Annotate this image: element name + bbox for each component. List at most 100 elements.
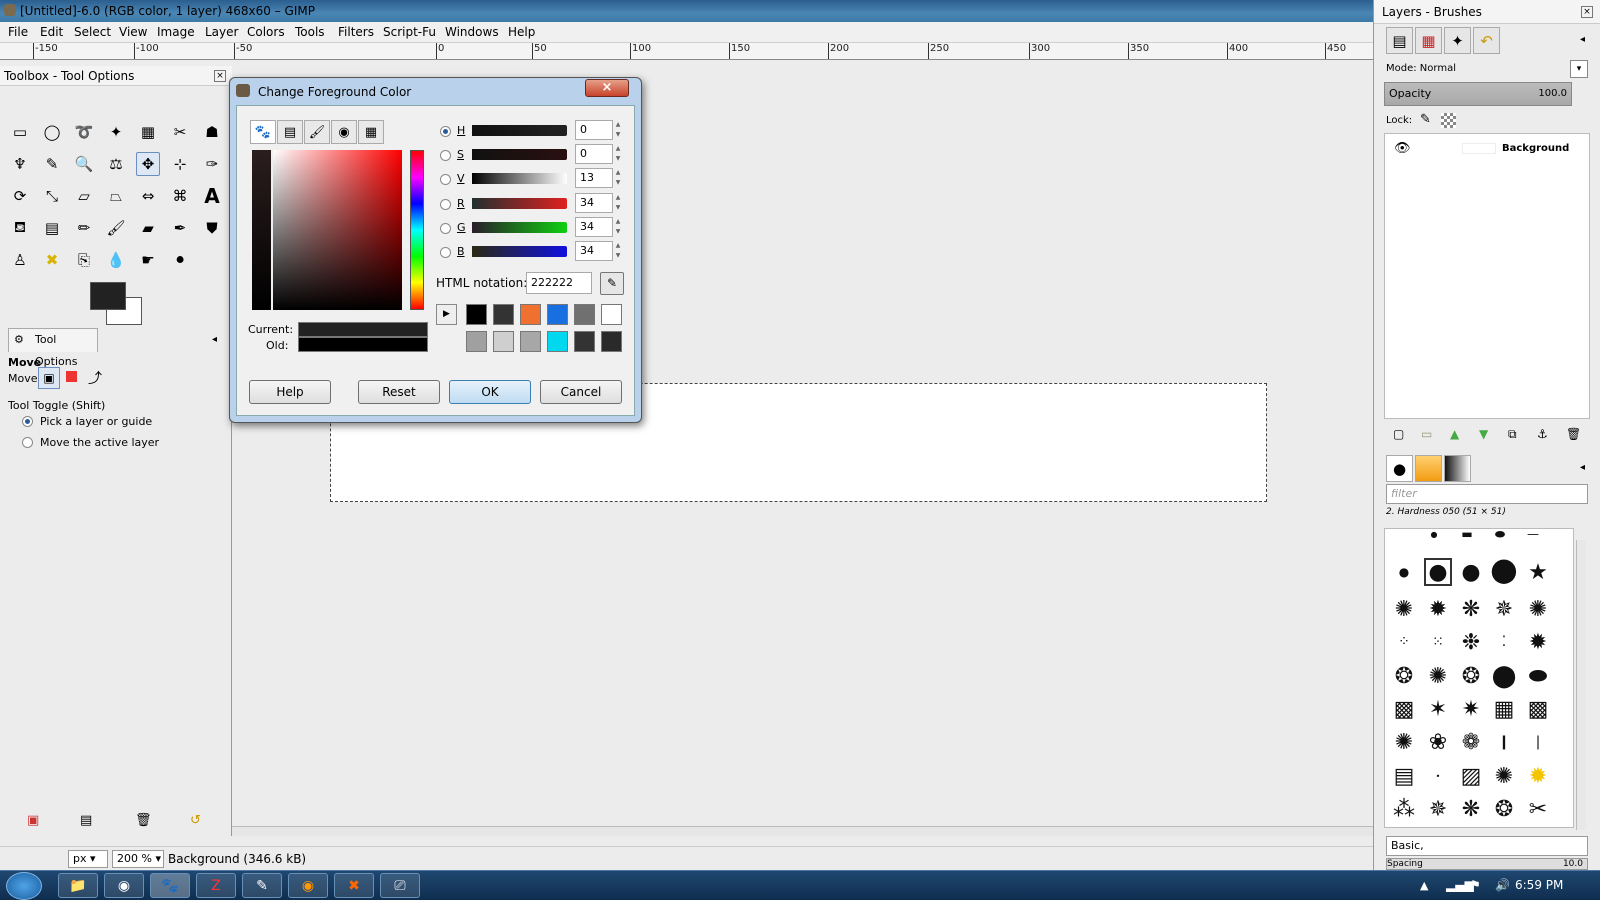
ink-icon[interactable]: ⛊	[200, 216, 224, 240]
horizontal-ruler[interactable]: -150 -100 -50 0 50 100 150 200 250 300 3…	[0, 43, 1373, 60]
reset-options-icon[interactable]: ↺	[190, 813, 201, 828]
brush-item[interactable]: ❀	[1424, 728, 1452, 756]
foreground-select-icon[interactable]: ☗	[200, 120, 224, 144]
v-slider[interactable]	[472, 173, 567, 184]
move-selection-icon[interactable]	[66, 371, 77, 382]
brush-item[interactable]: ▬	[1453, 520, 1481, 548]
rotate-icon[interactable]: ⟳	[8, 184, 32, 208]
chrome-task-icon[interactable]: ◉	[104, 873, 144, 898]
brush-item[interactable]: ▨	[1457, 762, 1485, 790]
history-swatch[interactable]	[547, 304, 568, 325]
wheel-selector-tab-icon[interactable]: ◉	[331, 120, 357, 144]
brush-item[interactable]: ❁	[1457, 728, 1485, 756]
v-spin-arrows[interactable]: ▲ ▼	[614, 168, 622, 188]
saturation-value-picker[interactable]	[273, 150, 402, 310]
brush-item[interactable]: ✵	[1490, 595, 1518, 623]
tab-menu-icon[interactable]: ◂	[1580, 34, 1585, 45]
v-spin[interactable]: 13	[575, 168, 613, 188]
history-swatch[interactable]	[601, 331, 622, 352]
new-layer-icon[interactable]: ▢	[1393, 427, 1404, 441]
brush-item[interactable]: ✷	[1457, 695, 1485, 723]
r-spin[interactable]: 34	[575, 193, 613, 213]
paths-icon[interactable]: ♆	[8, 152, 32, 176]
menu-layer[interactable]: Layer	[205, 25, 238, 39]
remote-desktop-task-icon[interactable]: ⎚	[380, 873, 420, 898]
brush-item[interactable]: ❋	[1457, 595, 1485, 623]
fuzzy-select-icon[interactable]: ✦	[104, 120, 128, 144]
s-spin[interactable]: 0	[575, 144, 613, 164]
anchor-layer-icon[interactable]: ⚓	[1537, 427, 1548, 441]
bucket-fill-icon[interactable]: ⛾	[8, 216, 32, 240]
brush-item[interactable]: ❋	[1457, 795, 1485, 823]
s-slider[interactable]	[472, 149, 567, 160]
ok-button[interactable]: OK	[449, 380, 531, 404]
dodge-burn-icon[interactable]: ⚫	[168, 248, 192, 272]
brush-scrollbar[interactable]	[1576, 540, 1586, 830]
brush-item[interactable]: ✹	[1524, 628, 1552, 656]
scale-icon[interactable]: ⤡	[40, 184, 64, 208]
align-icon[interactable]: ⊹	[168, 152, 192, 176]
clone-icon[interactable]: ♙	[8, 248, 32, 272]
brush-item[interactable]: ✹	[1424, 595, 1452, 623]
brush-item[interactable]: ⁚	[1490, 628, 1518, 656]
filezilla-task-icon[interactable]: Z	[196, 873, 236, 898]
color-picker-icon[interactable]: ✎	[40, 152, 64, 176]
move-tool-icon[interactable]: ✥	[136, 152, 160, 176]
duplicate-layer-icon[interactable]: ⧉	[1508, 427, 1517, 442]
brush-item[interactable]: —	[1519, 520, 1547, 548]
start-button[interactable]	[6, 872, 42, 900]
menu-file[interactable]: File	[8, 25, 28, 39]
save-options-icon[interactable]: ▣	[27, 813, 39, 828]
lower-layer-icon[interactable]: ▼	[1479, 427, 1488, 441]
mode-dropdown-icon[interactable]: ▾	[1570, 60, 1588, 78]
firefox-task-icon[interactable]: ◉	[288, 873, 328, 898]
crop-icon[interactable]: ✑	[200, 152, 224, 176]
palette-selector-tab-icon[interactable]: ▦	[358, 120, 384, 144]
xampp-task-icon[interactable]: ✖	[334, 873, 374, 898]
restore-options-icon[interactable]: ▤	[80, 813, 92, 828]
text-tool-icon[interactable]: A	[200, 184, 224, 208]
g-spin-arrows[interactable]: ▲ ▼	[614, 217, 622, 237]
cmyk-selector-tab-icon[interactable]: ▤	[277, 120, 303, 144]
gimp-selector-tab-icon[interactable]: 🐾	[250, 120, 276, 144]
gimp-task-icon[interactable]: 🐾	[150, 873, 190, 898]
g-slider[interactable]	[472, 222, 567, 233]
dialog-close-button[interactable]: ×	[585, 79, 629, 97]
scissors-icon[interactable]: ✂	[168, 120, 192, 144]
history-swatch[interactable]	[493, 304, 514, 325]
lock-alpha-icon[interactable]	[1441, 113, 1456, 128]
radio-g[interactable]	[440, 223, 451, 234]
zoom-select[interactable]: 200 % ▾	[112, 850, 164, 868]
menu-view[interactable]: View	[119, 25, 147, 39]
brush-item[interactable]: ✺	[1390, 595, 1418, 623]
zoom-icon[interactable]: 🔍	[72, 152, 96, 176]
value-strip[interactable]	[252, 150, 271, 310]
menu-windows[interactable]: Windows	[445, 25, 499, 39]
b-slider[interactable]	[472, 246, 567, 257]
raise-layer-icon[interactable]: ▲	[1450, 427, 1459, 441]
brush-item[interactable]: ▤	[1390, 762, 1418, 790]
radio-v[interactable]	[440, 174, 451, 185]
layer-name[interactable]: Background	[1502, 143, 1569, 154]
brush-item[interactable]: ❂	[1390, 662, 1418, 690]
brush-item[interactable]: ★	[1524, 558, 1552, 586]
history-swatch[interactable]	[601, 304, 622, 325]
radio-r[interactable]	[440, 199, 451, 210]
horizontal-scrollbar[interactable]	[232, 826, 1373, 836]
eraser-icon[interactable]: ▰	[136, 216, 160, 240]
tray-arrow-icon[interactable]: ▲	[1420, 879, 1428, 892]
smudge-icon[interactable]: ☛	[136, 248, 160, 272]
brush-item[interactable]: ✺	[1424, 662, 1452, 690]
notepad-task-icon[interactable]: ✎	[242, 873, 282, 898]
h-spin[interactable]: 0	[575, 120, 613, 140]
radio-b[interactable]	[440, 247, 451, 258]
menu-colors[interactable]: Colors	[247, 25, 285, 39]
paintbrush-icon[interactable]: 🖌	[104, 216, 128, 240]
tab-brushes-icon[interactable]: ●	[1386, 455, 1413, 482]
shear-icon[interactable]: ▱	[72, 184, 96, 208]
brush-item[interactable]: ●	[1420, 520, 1448, 548]
menu-select[interactable]: Select	[74, 25, 111, 39]
tab-gradients-icon[interactable]	[1444, 455, 1471, 482]
move-path-icon[interactable]: ⤴	[88, 368, 102, 388]
menu-filters[interactable]: Filters	[338, 25, 374, 39]
